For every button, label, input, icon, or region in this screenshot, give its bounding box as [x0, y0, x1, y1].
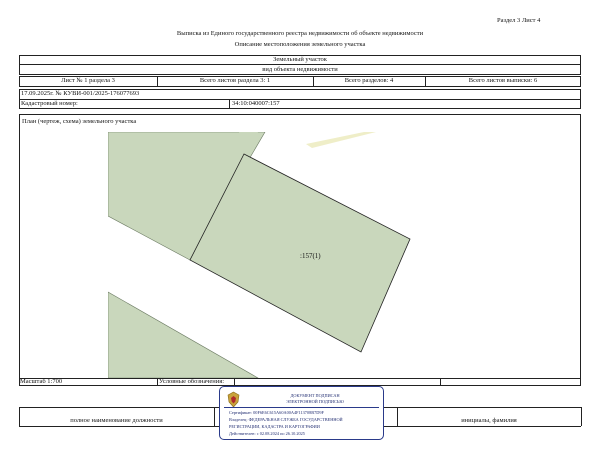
total-sheets-extract: Всего листов выписки: 6	[468, 77, 538, 84]
parcel-label: :157(1)	[300, 252, 321, 260]
plan-caption: План (чертеж, схема) земельного участка	[22, 118, 137, 125]
object-kind: вид объекта недвижимости	[262, 66, 338, 73]
total-sections: Всего разделов: 4	[344, 77, 394, 84]
legend-label: Условные обозначения:	[159, 378, 225, 385]
sheet-number: Лист № 1 раздела 3	[61, 77, 115, 84]
stamp-line1: ДОКУМЕНТ ПОДПИСАН	[290, 393, 340, 398]
document-title: Выписка из Единого государственного реес…	[176, 30, 424, 37]
stamp-line4: Владелец: ФЕДЕРАЛЬНАЯ СЛУЖБА ГОСУДАРСТВЕ…	[229, 417, 343, 422]
initials-label: инициалы, фамилия	[461, 417, 517, 424]
record-date-number: 17.09.2025г. № КУВИ-001/2025-176077693	[21, 90, 140, 97]
stamp-line5: РЕГИСТРАЦИИ, КАДАСТРА И КАРТОГРАФИИ	[229, 424, 320, 429]
electronic-signature-stamp: ДОКУМЕНТ ПОДПИСАН ЭЛЕКТРОННОЙ ПОДПИСЬЮ С…	[219, 386, 384, 440]
total-sheets-section: Всего листов раздела 3: 1	[199, 77, 271, 84]
document-subtitle: Описание местоположения земельного участ…	[234, 41, 366, 48]
plan-map: :157(1)	[108, 132, 492, 378]
cadastral-value: 34:10:040007:157	[232, 100, 280, 107]
stamp-line2: ЭЛЕКТРОННОЙ ПОДПИСЬЮ	[286, 399, 344, 404]
section-sheet: Раздел 3 Лист 4	[497, 17, 541, 24]
object-name: Земельный участок	[273, 56, 327, 63]
position-label: полное наименование должности	[70, 417, 163, 424]
scale-label: Масштаб 1:700	[20, 378, 63, 385]
stamp-line6: Действителен: с 02.08.2024 по 26.10.2025	[229, 431, 305, 436]
cadastral-label: Кадастровый номер:	[21, 100, 78, 107]
stamp-line3: Сертификат: 00F6E6C615A60A00A4F113708B7D…	[229, 410, 324, 415]
emblem-icon	[227, 391, 240, 408]
plan-drawing: :157(1)	[108, 132, 492, 378]
